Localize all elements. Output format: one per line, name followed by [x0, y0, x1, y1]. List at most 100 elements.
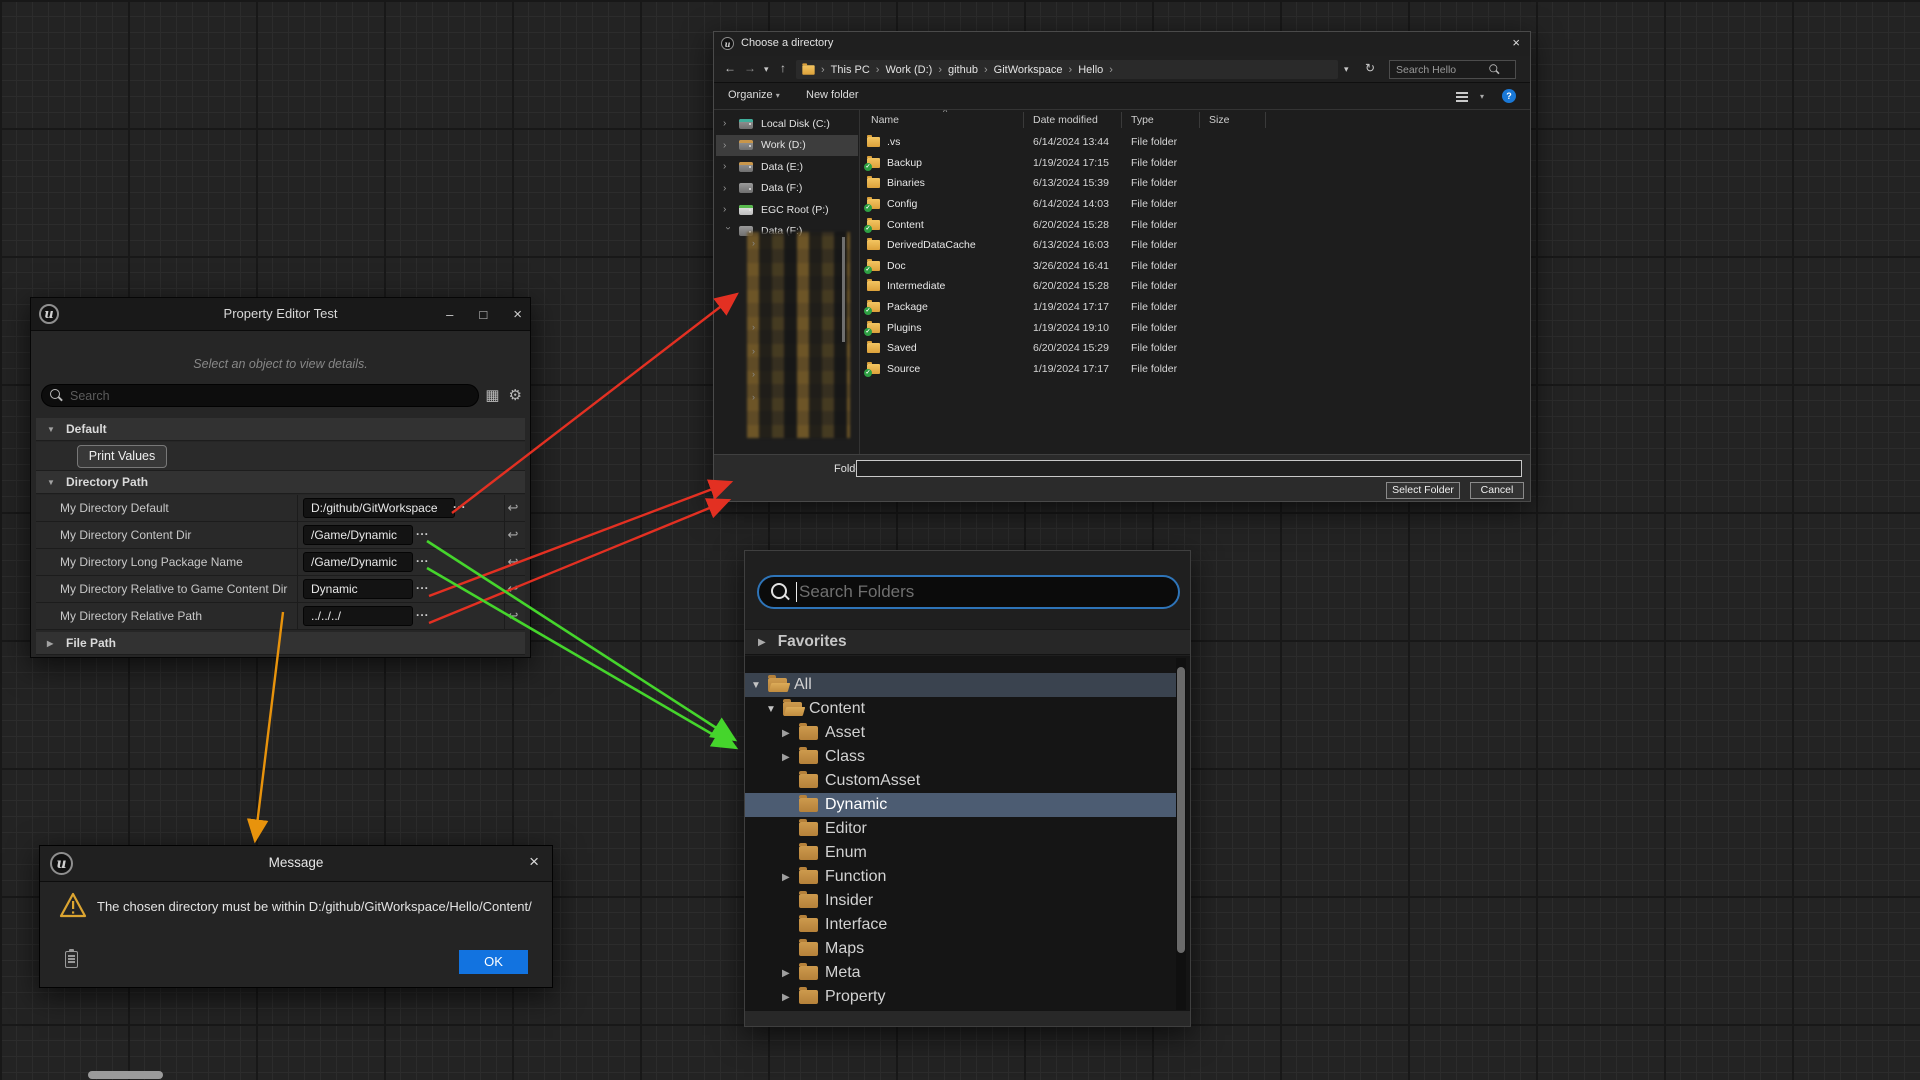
favorites-section-header[interactable]: ▶ Favorites: [745, 629, 1190, 655]
message-titlebar[interactable]: u Message ×: [40, 846, 552, 882]
chevron-right-icon[interactable]: ›: [723, 161, 733, 172]
expand-arrow-icon[interactable]: ▶: [782, 968, 799, 979]
expand-arrow-icon[interactable]: ▼: [47, 478, 57, 487]
up-icon[interactable]: ↑: [780, 61, 786, 75]
property-value-field[interactable]: ../../../: [303, 606, 413, 626]
new-folder-button[interactable]: New folder: [806, 89, 859, 101]
close-button[interactable]: ×: [513, 306, 522, 323]
category-default[interactable]: ▼ Default: [36, 418, 525, 441]
tree-item-all[interactable]: ▼All: [745, 673, 1176, 697]
chevron-right-icon[interactable]: ›: [723, 204, 733, 215]
sidebar-item-egc-root-p[interactable]: › EGC Root (P:): [716, 199, 858, 220]
breadcrumb-item[interactable]: GitWorkspace: [994, 64, 1063, 76]
file-row[interactable]: ✓Config6/14/2024 14:03File folder: [861, 194, 1529, 215]
property-search-box[interactable]: [41, 384, 479, 407]
expand-arrow-icon[interactable]: ▶: [782, 728, 799, 739]
history-dropdown-icon[interactable]: ▾: [764, 64, 769, 75]
organize-menu[interactable]: Organize ▾: [728, 89, 780, 101]
breadcrumb-item[interactable]: github: [948, 64, 978, 76]
expand-arrow-icon[interactable]: ▶: [782, 872, 799, 883]
sidebar-item-data-f[interactable]: › Data (F:): [716, 178, 858, 199]
sidebar-scrollbar[interactable]: [842, 237, 845, 342]
ok-button[interactable]: OK: [459, 950, 528, 974]
expand-arrow-icon[interactable]: ▼: [47, 425, 57, 434]
view-mode-icon[interactable]: [1456, 92, 1468, 94]
property-value-field[interactable]: Dynamic: [303, 579, 413, 599]
property-value-field[interactable]: /Game/Dynamic: [303, 552, 413, 572]
column-header-name[interactable]: Name: [871, 114, 899, 126]
forward-icon[interactable]: →: [744, 61, 756, 75]
file-row[interactable]: ✓Doc3/26/2024 16:41File folder: [861, 256, 1529, 277]
expand-arrow-icon[interactable]: ▶: [758, 637, 766, 648]
minimize-button[interactable]: –: [446, 307, 453, 322]
tree-item-content[interactable]: ▼Content: [745, 697, 1176, 721]
browse-ellipsis-button[interactable]: ...: [416, 605, 429, 619]
category-file-path[interactable]: ▶ File Path: [36, 632, 525, 655]
reset-to-default-icon[interactable]: ↩: [504, 500, 522, 516]
horizontal-scrollbar[interactable]: [88, 1071, 163, 1079]
dialog-titlebar[interactable]: u Choose a directory ×: [714, 32, 1530, 56]
tree-scrollbar-thumb[interactable]: [1177, 667, 1185, 953]
chevron-right-icon[interactable]: ›: [723, 183, 733, 194]
expand-arrow-icon[interactable]: ▶: [47, 639, 57, 648]
property-value-field[interactable]: /Game/Dynamic: [303, 525, 413, 545]
tree-item-property[interactable]: ▶Property: [745, 985, 1176, 1009]
breadcrumb-item[interactable]: Work (D:): [885, 64, 932, 76]
settings-gear-icon[interactable]: ⚙: [509, 386, 522, 404]
breadcrumb-item[interactable]: This PC: [831, 64, 870, 76]
sidebar-item-work-d[interactable]: › Work (D:): [716, 135, 858, 156]
file-row[interactable]: ✓Content6/20/2024 15:28File folder: [861, 215, 1529, 236]
close-button[interactable]: ×: [1512, 35, 1520, 50]
search-input[interactable]: [70, 389, 450, 403]
file-row[interactable]: Saved6/20/2024 15:29File folder: [861, 338, 1529, 359]
file-row[interactable]: .vs6/14/2024 13:44File folder: [861, 132, 1529, 153]
tree-item-customasset[interactable]: ▶CustomAsset: [745, 769, 1176, 793]
print-values-button[interactable]: Print Values: [77, 445, 167, 468]
sidebar-item-data-e[interactable]: › Data (E:): [716, 156, 858, 177]
property-editor-titlebar[interactable]: u Property Editor Test – □ ×: [31, 298, 530, 331]
address-dropdown-icon[interactable]: ▾: [1344, 64, 1349, 75]
dialog-search-box[interactable]: [1389, 60, 1516, 79]
back-icon[interactable]: ←: [724, 61, 736, 75]
file-row[interactable]: ✓Backup1/19/2024 17:15File folder: [861, 153, 1529, 174]
column-header-type[interactable]: Type: [1131, 114, 1154, 126]
tree-item-enum[interactable]: ▶Enum: [745, 841, 1176, 865]
dialog-search-input[interactable]: [1390, 64, 1486, 76]
breadcrumb-item[interactable]: Hello: [1078, 64, 1103, 76]
folder-search-box[interactable]: [757, 575, 1180, 609]
close-button[interactable]: ×: [529, 852, 539, 872]
maximize-button[interactable]: □: [479, 307, 487, 322]
column-header-size[interactable]: Size: [1209, 114, 1229, 126]
tree-item-asset[interactable]: ▶Asset: [745, 721, 1176, 745]
chevron-right-icon[interactable]: ›: [723, 118, 733, 129]
category-directory-path[interactable]: ▼ Directory Path: [36, 471, 525, 494]
expand-arrow-icon[interactable]: ▶: [782, 992, 799, 1003]
breadcrumb[interactable]: › This PC › Work (D:) › github › GitWork…: [796, 60, 1338, 79]
reset-to-default-icon[interactable]: ↩: [504, 581, 522, 597]
expand-arrow-icon[interactable]: ▼: [751, 680, 768, 691]
refresh-icon[interactable]: ↻: [1365, 61, 1375, 75]
chevron-right-icon[interactable]: ›: [723, 140, 733, 151]
expand-arrow-icon[interactable]: ▼: [766, 704, 783, 715]
file-row[interactable]: ✓Source1/19/2024 17:17File folder: [861, 359, 1529, 380]
tree-item-editor[interactable]: ▶Editor: [745, 817, 1176, 841]
tree-item-class[interactable]: ▶Class: [745, 745, 1176, 769]
view-dropdown-icon[interactable]: ▾: [1480, 92, 1484, 101]
file-row[interactable]: Binaries6/13/2024 15:39File folder: [861, 173, 1529, 194]
tree-item-function[interactable]: ▶Function: [745, 865, 1176, 889]
browse-ellipsis-button[interactable]: ...: [416, 524, 429, 538]
reset-to-default-icon[interactable]: ↩: [504, 527, 522, 543]
browse-ellipsis-button[interactable]: ...: [453, 497, 466, 511]
folder-search-input[interactable]: [799, 582, 1159, 602]
reset-to-default-icon[interactable]: ↩: [504, 554, 522, 570]
file-row[interactable]: Intermediate6/20/2024 15:28File folder: [861, 276, 1529, 297]
file-row[interactable]: ✓Package1/19/2024 17:17File folder: [861, 297, 1529, 318]
expand-arrow-icon[interactable]: ▶: [782, 752, 799, 763]
cancel-button[interactable]: Cancel: [1470, 482, 1524, 499]
file-row[interactable]: ✓Plugins1/19/2024 19:10File folder: [861, 318, 1529, 339]
tree-item-interface[interactable]: ▶Interface: [745, 913, 1176, 937]
tree-item-maps[interactable]: ▶Maps: [745, 937, 1176, 961]
file-row[interactable]: DerivedDataCache6/13/2024 16:03File fold…: [861, 235, 1529, 256]
browse-ellipsis-button[interactable]: ...: [416, 551, 429, 565]
select-folder-button[interactable]: Select Folder: [1386, 482, 1460, 499]
